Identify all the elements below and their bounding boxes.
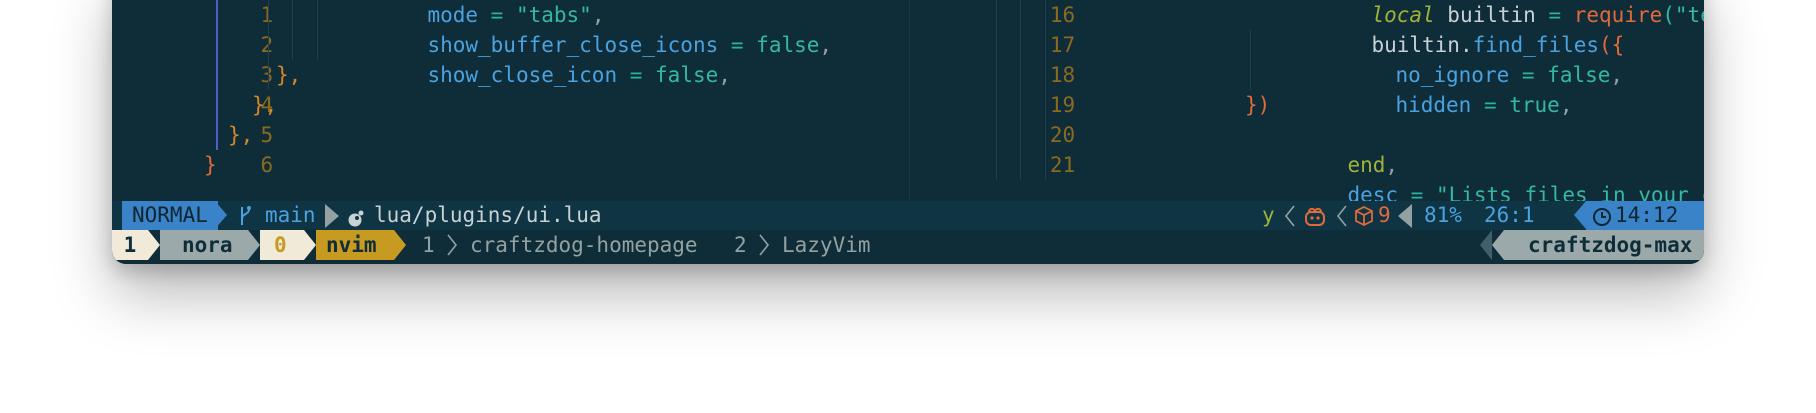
indent-guide — [1250, 30, 1251, 60]
indent-guide — [1250, 60, 1251, 90]
indent-guide — [996, 120, 997, 150]
indent-guide — [1045, 0, 1046, 30]
indent-guide — [1045, 90, 1046, 120]
indent-guide — [1020, 120, 1021, 150]
indent-guide — [996, 60, 997, 90]
line-number: 1 — [260, 3, 274, 27]
indent-guide — [1045, 60, 1046, 90]
string-value: "Lists files in your current working dir… — [1435, 183, 1704, 201]
code-line[interactable]: 2 show_close_icon = false, — [112, 30, 909, 87]
call-close: }) — [1245, 93, 1271, 117]
separator-arrow — [1574, 201, 1586, 229]
window-index-active: 0 — [274, 233, 287, 257]
operator: = — [1398, 183, 1436, 201]
indent-guide — [996, 150, 997, 180]
window-name[interactable]: LazyVim — [782, 230, 871, 260]
indent-guide — [996, 0, 997, 30]
indent-guide — [216, 90, 218, 120]
closing-brace: }, — [228, 123, 254, 147]
scroll-percent: 81% — [1424, 203, 1462, 227]
table-key: desc — [1347, 183, 1399, 201]
code-line[interactable]: 16 builtin.find_files({ — [910, 0, 1704, 57]
separator-arrow — [325, 204, 339, 233]
indent-guide — [1020, 0, 1021, 30]
cursor-position: 26:1 — [1484, 203, 1535, 227]
indent-guide — [1020, 60, 1021, 90]
indent-guide — [216, 30, 218, 60]
statusline: NORMAL main lua/plugins/ui.lua y 9 81% 2… — [112, 201, 1704, 230]
indent-guide — [292, 30, 293, 60]
closing-brace: }, — [276, 63, 302, 87]
closing-brace: } — [204, 153, 217, 177]
window-name[interactable]: craftzdog-homepage — [470, 230, 698, 260]
indent-guide — [996, 90, 997, 120]
indent-guide — [1020, 30, 1021, 60]
file-path[interactable]: lua/plugins/ui.lua — [374, 201, 602, 230]
code-line[interactable]: 19 }) — [910, 90, 1704, 120]
chevron-left-icon — [1284, 204, 1296, 233]
git-branch[interactable]: main — [265, 201, 316, 230]
package-count[interactable]: 9 — [1378, 201, 1391, 230]
separator-arrow — [1480, 230, 1492, 260]
right-editor-pane[interactable]: 15 local builtin = require("telescope.bu… — [909, 0, 1704, 201]
tmux-status-bar: 1 nora 0 nvim 1 craftzdog-homepage 2 Laz… — [112, 230, 1704, 264]
session-name[interactable]: nora — [182, 230, 233, 260]
separator-arrow — [1398, 204, 1412, 233]
code-line[interactable]: 17 no_ignore = false, — [910, 30, 1704, 87]
window-name-active[interactable]: nvim — [326, 230, 377, 260]
chevron-right-icon — [758, 233, 770, 263]
separator-arrow — [304, 230, 316, 260]
separator-arrow — [248, 230, 260, 260]
code-line[interactable]: 4 }, — [112, 90, 909, 120]
indent-guide — [1045, 30, 1046, 60]
code-line[interactable]: 21 desc = "Lists files in your current w… — [910, 150, 1704, 201]
line-number: 3 — [260, 63, 274, 87]
closing-brace: }, — [252, 93, 278, 117]
clock-time: 14:12 — [1615, 203, 1679, 227]
line-number: 6 — [260, 153, 274, 177]
code-line[interactable]: 1 show_buffer_close_icons = false, — [112, 0, 909, 57]
chevron-right-icon — [446, 233, 458, 263]
indent-guide — [1020, 90, 1021, 120]
separator-arrow — [215, 201, 227, 229]
left-editor-pane[interactable]: 26 mode = "tabs", 1 show_buffer_close_ic… — [112, 0, 909, 201]
indent-guide — [1020, 150, 1021, 180]
host-name: craftzdog-max — [1528, 233, 1693, 257]
register-indicator: y — [1262, 203, 1275, 227]
code-line[interactable]: 18 hidden = true, — [910, 60, 1704, 117]
indent-guide — [216, 120, 218, 150]
indent-guide — [292, 0, 293, 30]
indent-guide — [268, 60, 269, 90]
separator-arrow — [394, 230, 406, 260]
window-index: 1 — [422, 233, 435, 257]
separator-arrow — [148, 230, 160, 260]
indent-guide — [1045, 150, 1046, 180]
window-index: 2 — [734, 233, 747, 257]
indent-guide — [996, 30, 997, 60]
editor-area: 26 mode = "tabs", 1 show_buffer_close_ic… — [112, 0, 1704, 201]
separator-arrow — [1492, 230, 1504, 260]
indent-guide — [268, 30, 269, 60]
code-line[interactable]: 3 }, — [112, 60, 909, 90]
indent-guide — [216, 0, 218, 30]
code-line[interactable]: 5 }, — [112, 120, 909, 150]
mode-indicator: NORMAL — [122, 201, 218, 230]
chevron-left-icon — [1336, 204, 1348, 233]
code-line[interactable]: 20 end, — [910, 120, 1704, 177]
session-index: 1 — [123, 233, 137, 257]
terminal-window: 26 mode = "tabs", 1 show_buffer_close_ic… — [112, 0, 1704, 264]
line-number: 2 — [260, 33, 274, 57]
indent-guide — [216, 60, 218, 90]
indent-guide — [1045, 120, 1046, 150]
indent-guide — [268, 0, 269, 30]
code-line[interactable]: 6 } — [112, 150, 909, 180]
